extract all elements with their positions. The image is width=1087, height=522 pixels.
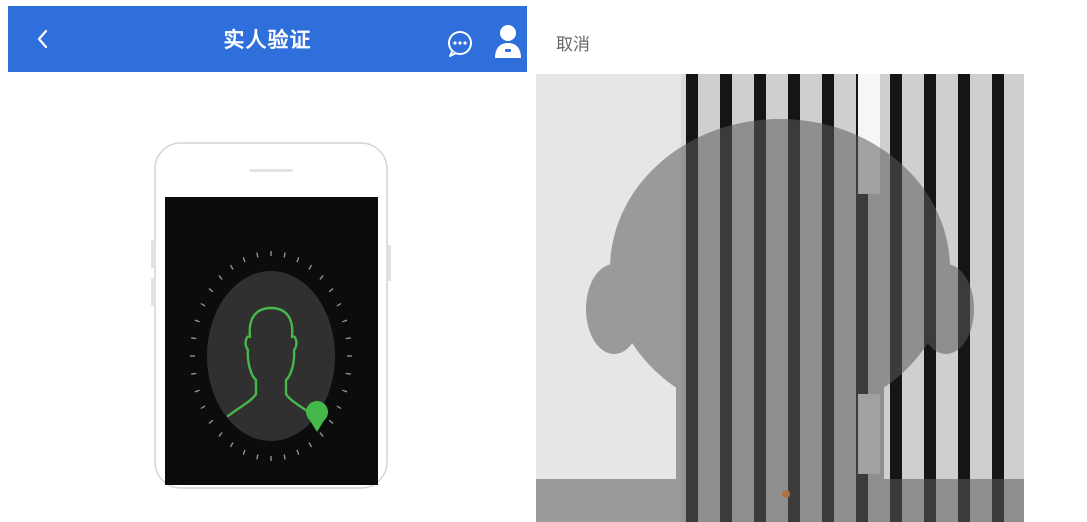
chat-bubble-icon — [448, 31, 472, 57]
scan-tick — [345, 372, 351, 375]
chat-button[interactable] — [445, 28, 475, 58]
scan-tick — [191, 337, 197, 340]
phone-face-scan-illustration — [151, 142, 391, 489]
nav-bar: 实人验证 — [8, 6, 527, 72]
camera-panel: 取消 — [536, 0, 1087, 522]
scan-tick — [256, 252, 259, 258]
scan-tick — [191, 372, 197, 375]
chevron-left-icon — [37, 29, 48, 49]
camera-preview — [536, 74, 1024, 522]
camera-feed — [536, 74, 1024, 522]
blind-slat — [970, 74, 992, 522]
scan-tick — [283, 252, 286, 258]
back-button[interactable] — [30, 22, 60, 56]
scan-tick — [345, 337, 351, 340]
blind-slat — [1004, 74, 1024, 522]
scan-tick — [283, 454, 286, 460]
cancel-button[interactable]: 取消 — [556, 30, 590, 55]
user-button[interactable] — [494, 24, 522, 60]
intro-panel: 实人验证 — [0, 0, 536, 522]
blind-gap — [992, 74, 1004, 522]
scan-tick — [256, 454, 259, 460]
user-icon — [495, 25, 521, 58]
